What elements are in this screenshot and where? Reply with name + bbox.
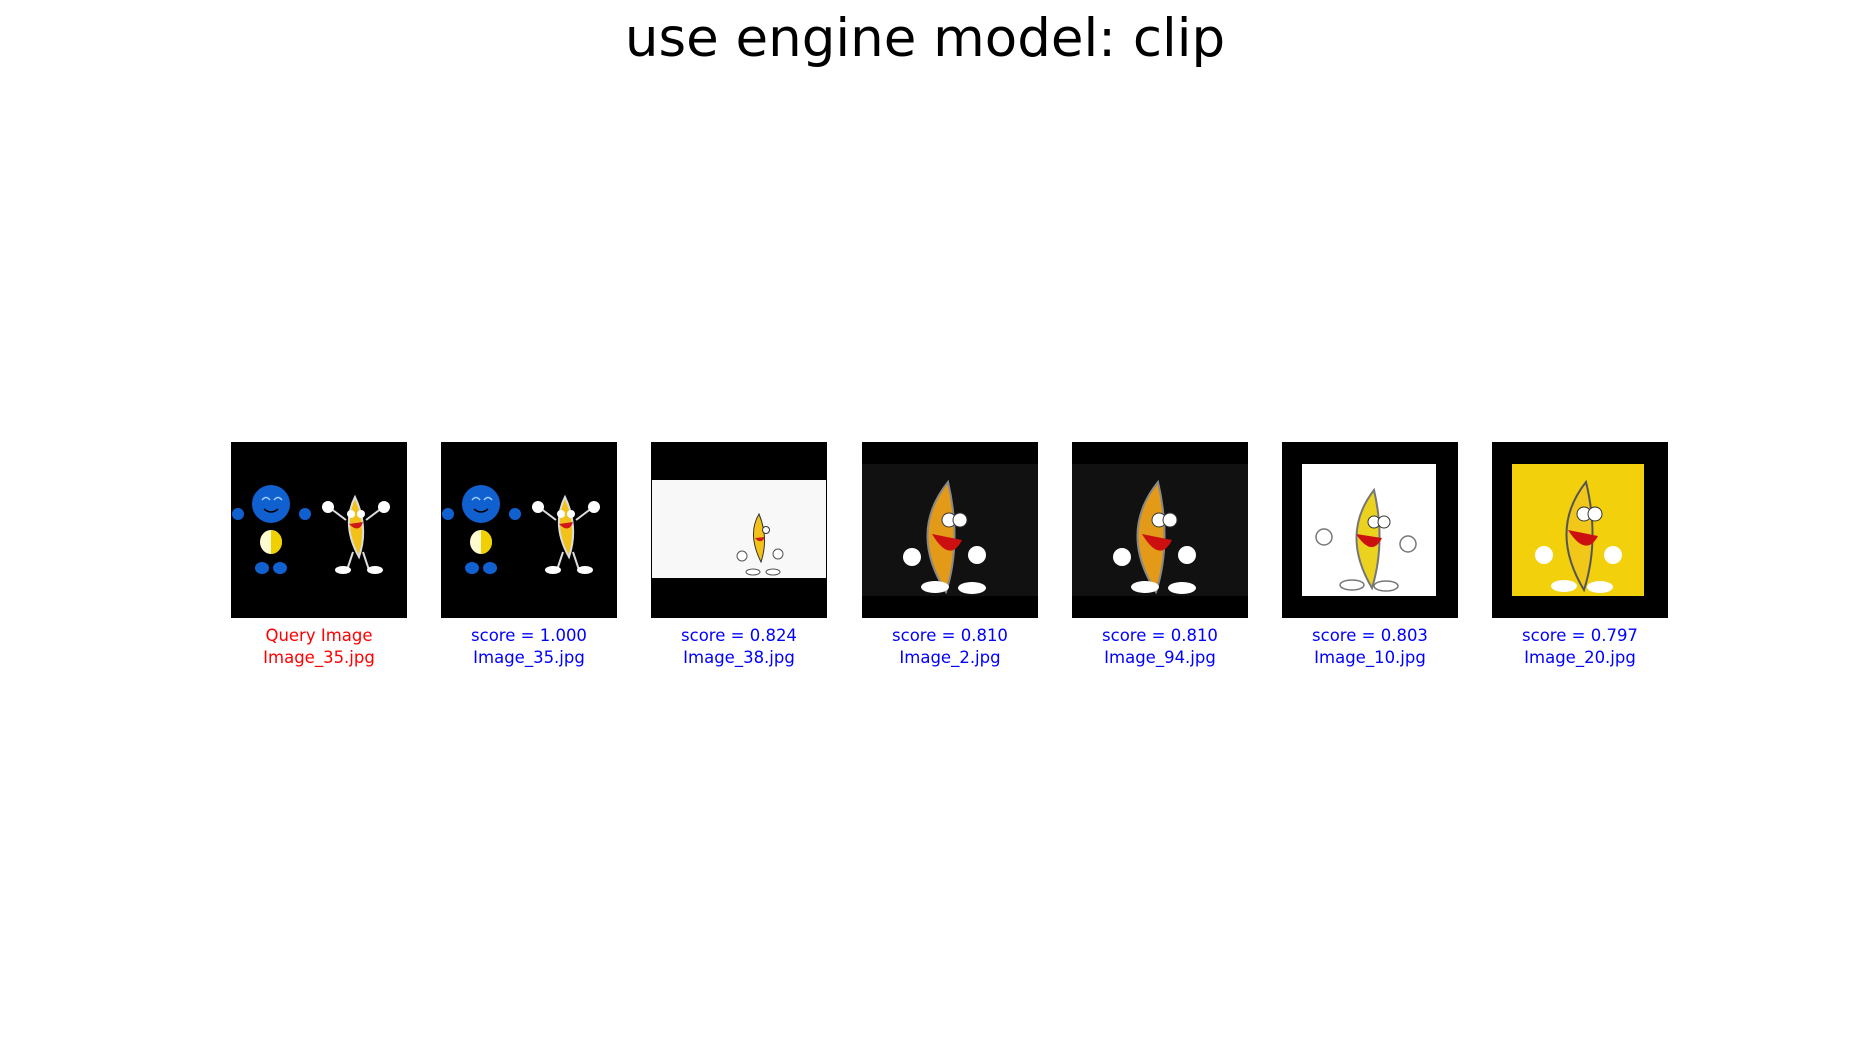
result-filename: Image_94.jpg — [1104, 647, 1216, 667]
result-score: score = 0.797 — [1522, 626, 1638, 645]
result-score: score = 0.810 — [892, 626, 1008, 645]
dancing-banana-dark-background-icon — [862, 442, 1038, 618]
result-tile: score = 0.797 Image_20.jpg — [1492, 442, 1668, 668]
result-tile: score = 0.824 Image_38.jpg — [651, 442, 827, 668]
result-caption: score = 0.797 Image_20.jpg — [1492, 625, 1668, 668]
small-dancing-banana-white-background-icon — [651, 442, 827, 618]
blue-smiley-and-banana-dancing-icon — [441, 442, 617, 618]
result-filename: Image_10.jpg — [1314, 647, 1426, 667]
result-filename: Image_20.jpg — [1524, 647, 1636, 667]
query-caption: Query Image Image_35.jpg — [231, 625, 407, 668]
query-tile: Query Image Image_35.jpg — [231, 442, 407, 668]
result-caption: score = 0.810 Image_2.jpg — [862, 625, 1038, 668]
result-tile: score = 0.810 Image_94.jpg — [1072, 442, 1248, 668]
result-caption: score = 0.824 Image_38.jpg — [651, 625, 827, 668]
result-score: score = 0.803 — [1312, 626, 1428, 645]
page-title: use engine model: clip — [624, 8, 1226, 69]
result-filename: Image_35.jpg — [473, 647, 585, 667]
result-filename: Image_38.jpg — [683, 647, 795, 667]
results-strip: Query Image Image_35.jpg score = 1.000 I — [0, 442, 1850, 682]
dancing-banana-dark-background-icon — [1072, 442, 1248, 618]
dancing-banana-white-background-icon — [1282, 442, 1458, 618]
dancing-banana-yellow-background-icon — [1492, 442, 1668, 618]
result-caption: score = 1.000 Image_35.jpg — [441, 625, 617, 668]
result-caption: score = 0.803 Image_10.jpg — [1282, 625, 1458, 668]
result-caption: score = 0.810 Image_94.jpg — [1072, 625, 1248, 668]
query-filename: Image_35.jpg — [263, 647, 375, 667]
result-tile: score = 1.000 Image_35.jpg — [441, 442, 617, 668]
result-tile: score = 0.810 Image_2.jpg — [862, 442, 1038, 668]
blue-smiley-and-banana-dancing-icon — [231, 442, 407, 618]
result-score: score = 0.810 — [1102, 626, 1218, 645]
query-label: Query Image — [265, 626, 373, 645]
result-score: score = 1.000 — [471, 626, 587, 645]
result-filename: Image_2.jpg — [899, 647, 1001, 667]
result-tile: score = 0.803 Image_10.jpg — [1282, 442, 1458, 668]
result-score: score = 0.824 — [681, 626, 797, 645]
